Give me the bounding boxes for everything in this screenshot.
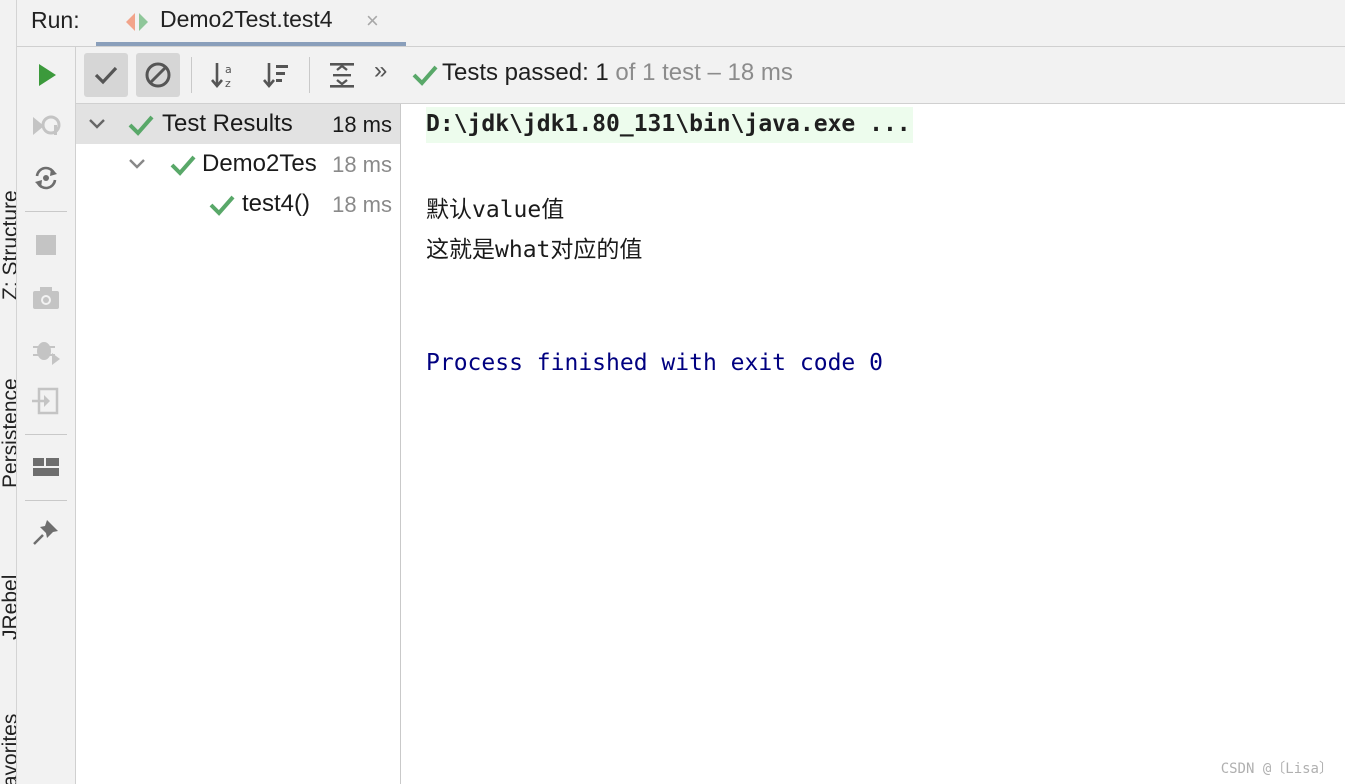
tree-row-duration: 18 ms: [332, 152, 392, 177]
toolbar-separator: [25, 500, 67, 501]
check-icon: [412, 63, 438, 92]
console-line: 默认value值: [426, 197, 565, 223]
toggle-autotest-icon[interactable]: [31, 163, 61, 193]
close-icon[interactable]: ×: [366, 8, 379, 34]
check-icon: [128, 114, 154, 141]
more-icon[interactable]: »: [374, 57, 387, 85]
show-ignored-button[interactable]: [136, 53, 180, 97]
watermark: CSDN @〔Lisa〕: [1220, 761, 1333, 777]
tree-row-duration: 18 ms: [332, 112, 392, 137]
command-line[interactable]: D:\jdk\jdk1.80_131\bin\java.exe ...: [426, 107, 913, 143]
rerun-failed-icon[interactable]: [31, 111, 61, 141]
pin-icon[interactable]: [31, 517, 61, 547]
console-output[interactable]: D:\jdk\jdk1.80_131\bin\java.exe ... 默认va…: [401, 104, 1345, 784]
expand-all-icon: [330, 63, 354, 88]
expand-all-button[interactable]: [320, 53, 364, 97]
sort-alphabetically-button[interactable]: a z: [202, 53, 246, 97]
persistence-tool-tab[interactable]: Persistence: [0, 378, 16, 488]
jrebel-tool-tab[interactable]: JRebel: [0, 575, 16, 640]
show-passed-icon: [94, 66, 118, 85]
screenshot-icon[interactable]: [31, 283, 61, 313]
tree-row-label: test4(): [242, 190, 311, 217]
tree-row-test4[interactable]: test4() 18 ms: [76, 184, 400, 224]
test-config-icon: [124, 10, 150, 39]
structure-tool-tab[interactable]: Z: Structure: [0, 190, 16, 300]
tree-row-duration: 18 ms: [332, 192, 392, 217]
toolbar-separator: [25, 211, 67, 212]
side-tool-strip: Z: Structure Persistence JRebel Favorite…: [0, 0, 17, 784]
sort-by-duration-button[interactable]: [254, 53, 298, 97]
toolbar-separator: [191, 57, 192, 93]
check-icon: [209, 194, 235, 221]
exit-message: Process finished with exit code 0: [426, 350, 883, 376]
stop-icon[interactable]: [31, 230, 61, 260]
chevron-down-icon[interactable]: [86, 113, 108, 140]
tests-passed-text: Tests passed: 1: [442, 59, 609, 86]
svg-text:a: a: [225, 63, 232, 76]
check-icon: [170, 154, 196, 181]
tests-summary-text: of 1 test – 18 ms: [608, 59, 793, 86]
console-line: 这就是what对应的值: [426, 237, 643, 263]
run-icon[interactable]: [31, 60, 61, 90]
run-tab-demo2test[interactable]: Demo2Test.test4 ×: [96, 0, 406, 46]
tree-row-label: Test Results: [162, 110, 293, 137]
run-tab-title: Demo2Test.test4: [160, 6, 333, 32]
debug-exception-icon[interactable]: [31, 335, 61, 365]
svg-text:z: z: [225, 77, 231, 90]
tree-row-test-results[interactable]: Test Results 18 ms: [76, 104, 400, 144]
layout-icon[interactable]: [31, 452, 61, 482]
chevron-down-icon[interactable]: [126, 153, 148, 180]
import-tests-icon[interactable]: [31, 386, 61, 416]
run-label: Run:: [31, 7, 80, 33]
show-passed-button[interactable]: [84, 53, 128, 97]
toolbar-separator: [309, 57, 310, 93]
sort-duration-icon: [263, 63, 288, 89]
tree-row-demo2test[interactable]: Demo2Tes 18 ms: [76, 144, 400, 184]
tests-status: Tests passed: 1 of 1 test – 18 ms: [442, 59, 793, 87]
test-toolbar: a z » Tests passed: 1 of 1 test – 18 ms: [76, 47, 1345, 104]
test-tree-panel: Test Results 18 ms Demo2Tes 18 ms test4(…: [76, 104, 401, 784]
show-ignored-icon: [145, 62, 171, 88]
sort-alpha-icon: a z: [211, 63, 232, 90]
tree-row-label: Demo2Tes: [202, 150, 317, 177]
favorites-tool-tab[interactable]: Favorites: [0, 714, 16, 784]
run-header: Run: Demo2Test.test4 ×: [17, 0, 1345, 47]
toolbar-separator: [25, 434, 67, 435]
left-toolbar: [17, 47, 76, 784]
